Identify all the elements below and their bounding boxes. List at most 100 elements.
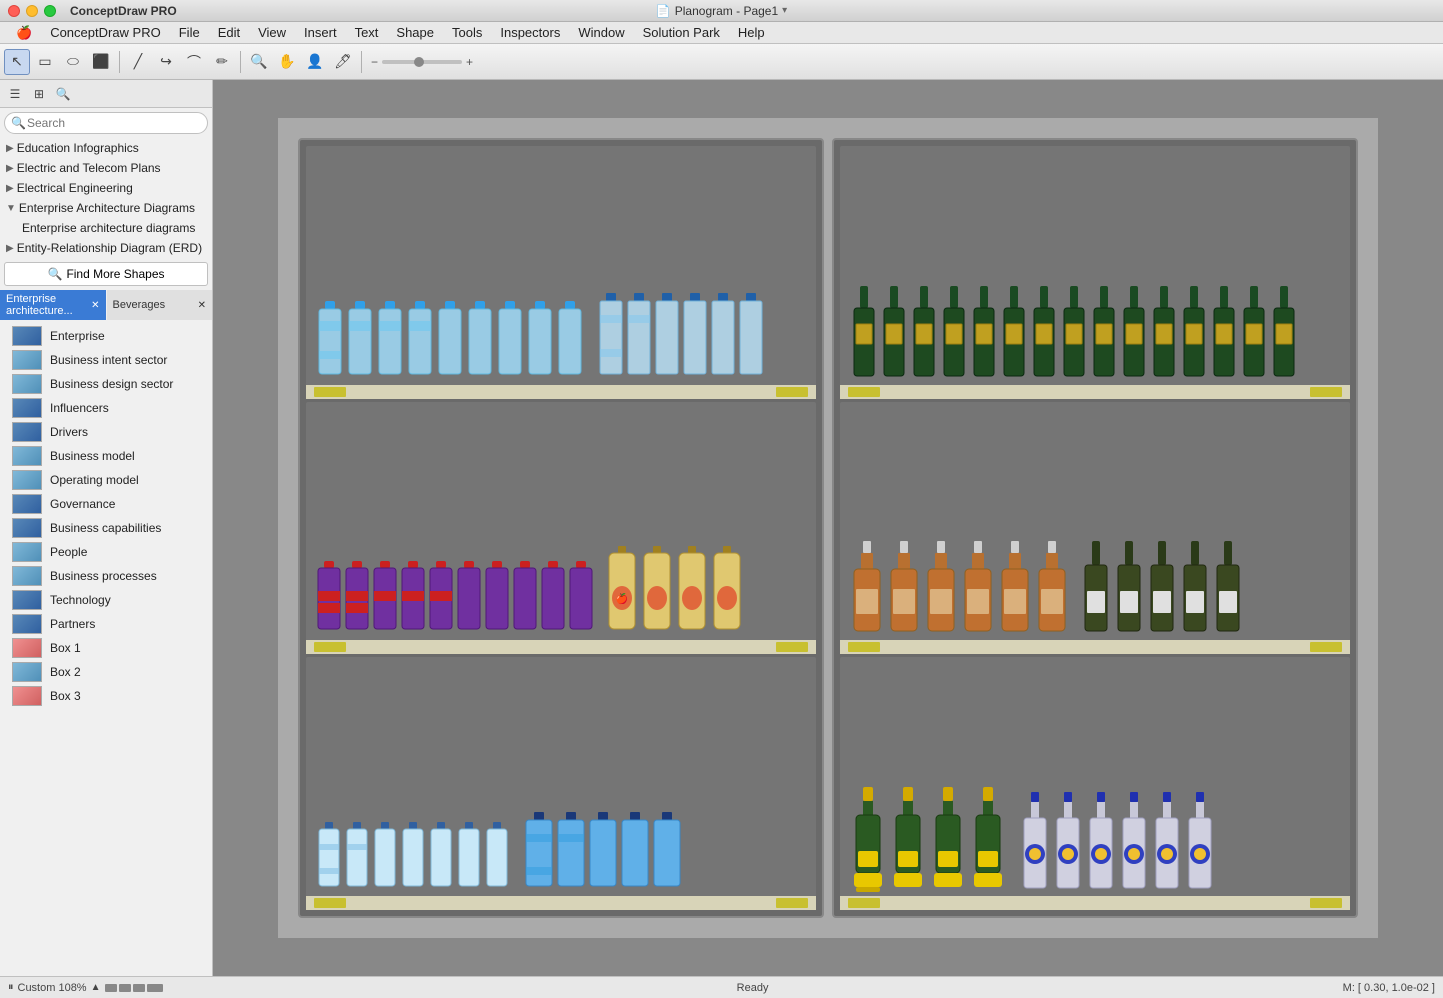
shape-item-influencers[interactable]: Influencers bbox=[0, 396, 212, 420]
zoom-slider[interactable] bbox=[382, 60, 462, 64]
menu-conceptdraw[interactable]: ConceptDraw PRO bbox=[42, 23, 169, 42]
shape-item-box3[interactable]: Box 3 bbox=[0, 684, 212, 708]
menu-view[interactable]: View bbox=[250, 23, 294, 42]
person-tool[interactable]: 👤 bbox=[302, 49, 328, 75]
shape-preview bbox=[12, 542, 42, 562]
shelf-3-right bbox=[840, 657, 1350, 910]
shape-item-drivers[interactable]: Drivers bbox=[0, 420, 212, 444]
shape-item-bis[interactable]: Business intent sector bbox=[0, 348, 212, 372]
shape-preview bbox=[12, 566, 42, 586]
menu-shape[interactable]: Shape bbox=[388, 23, 442, 42]
menu-file[interactable]: File bbox=[171, 23, 208, 42]
zoom-step-up[interactable]: ▲ bbox=[91, 982, 101, 993]
statusbar-center: Ready bbox=[163, 982, 1343, 994]
menu-help[interactable]: Help bbox=[730, 23, 773, 42]
zoom-in-icon[interactable]: + bbox=[466, 55, 473, 69]
shape-label: Business processes bbox=[50, 569, 157, 583]
arc-tool[interactable]: ⌒ bbox=[181, 49, 207, 75]
menu-solution-park[interactable]: Solution Park bbox=[635, 23, 728, 42]
fullscreen-button[interactable] bbox=[44, 5, 56, 17]
sidebar-item-electric[interactable]: ▶ Electric and Telecom Plans bbox=[0, 158, 212, 178]
search-input[interactable] bbox=[4, 112, 208, 134]
pause-icon[interactable]: ⏸ bbox=[8, 981, 14, 994]
shape-item-technology[interactable]: Technology bbox=[0, 588, 212, 612]
shape-label: Governance bbox=[50, 497, 115, 511]
sidebar-item-erd[interactable]: ▶ Entity-Relationship Diagram (ERD) bbox=[0, 238, 212, 258]
vodka-group bbox=[1020, 792, 1215, 892]
menu-edit[interactable]: Edit bbox=[210, 23, 248, 42]
apple-menu[interactable]: 🍎 bbox=[8, 23, 40, 43]
shelf-bottom-bar bbox=[840, 640, 1350, 654]
close-button[interactable] bbox=[8, 5, 20, 17]
shape-item-bmodel[interactable]: Business model bbox=[0, 444, 212, 468]
shape-item-governance[interactable]: Governance bbox=[0, 492, 212, 516]
line-tool[interactable]: ╱ bbox=[125, 49, 151, 75]
tab-beverages[interactable]: Beverages ✕ bbox=[107, 290, 213, 320]
shape-label: Box 1 bbox=[50, 641, 81, 655]
pencil-tool[interactable]: 🖊 bbox=[330, 49, 356, 75]
shape-item-box2[interactable]: Box 2 bbox=[0, 660, 212, 684]
ellipse-tool[interactable]: ⬭ bbox=[60, 49, 86, 75]
zoom-label[interactable]: Custom 108% bbox=[18, 982, 87, 994]
shape-item-bds[interactable]: Business design sector bbox=[0, 372, 212, 396]
menu-tools[interactable]: Tools bbox=[444, 23, 490, 42]
ready-label: Ready bbox=[737, 982, 769, 994]
shelf-tag-left bbox=[848, 387, 880, 397]
tab-close-icon[interactable]: ✕ bbox=[91, 300, 99, 311]
capsule-tool[interactable]: ⬛ bbox=[88, 49, 114, 75]
sidebar-item-ea-diagrams[interactable]: Enterprise architecture diagrams bbox=[0, 218, 212, 238]
menubar: 🍎 ConceptDraw PRO File Edit View Insert … bbox=[0, 22, 1443, 44]
shelf-tag-left bbox=[314, 642, 346, 652]
chevron-down-icon[interactable]: ▾ bbox=[782, 5, 787, 16]
titlebar: ConceptDraw PRO 📄 Planogram - Page1 ▾ bbox=[0, 0, 1443, 22]
shape-item-bcapabilities[interactable]: Business capabilities bbox=[0, 516, 212, 540]
planogram-left: 🍎 bbox=[298, 138, 824, 918]
hand-tool[interactable]: ✋ bbox=[274, 49, 300, 75]
connector-tool[interactable]: ↪ bbox=[153, 49, 179, 75]
tab-enterprise[interactable]: Enterprise architecture... ✕ bbox=[0, 290, 106, 320]
rect-tool[interactable]: ▭ bbox=[32, 49, 58, 75]
shape-item-bprocesses[interactable]: Business processes bbox=[0, 564, 212, 588]
sidebar-item-electrical[interactable]: ▶ Electrical Engineering bbox=[0, 178, 212, 198]
page-nav-3[interactable] bbox=[133, 984, 145, 992]
select-tool[interactable]: ↖ bbox=[4, 49, 30, 75]
page-nav-2[interactable] bbox=[119, 984, 131, 992]
sidebar-list-view[interactable]: ☰ bbox=[4, 83, 26, 105]
shape-item-partners[interactable]: Partners bbox=[0, 612, 212, 636]
freehand-tool[interactable]: ✏ bbox=[209, 49, 235, 75]
zoom-out-icon[interactable]: − bbox=[371, 55, 378, 69]
sidebar-search-btn[interactable]: 🔍 bbox=[52, 83, 74, 105]
arrow-icon: ▼ bbox=[6, 203, 16, 214]
sidebar-item-enterprise[interactable]: ▼ Enterprise Architecture Diagrams bbox=[0, 198, 212, 218]
shelf-bottom-bar bbox=[840, 385, 1350, 399]
shape-label: Business model bbox=[50, 449, 135, 463]
find-shapes-button[interactable]: 🔍 Find More Shapes bbox=[4, 262, 208, 286]
minimize-button[interactable] bbox=[26, 5, 38, 17]
sidebar-grid-view[interactable]: ⊞ bbox=[28, 83, 50, 105]
menu-text[interactable]: Text bbox=[347, 23, 387, 42]
canvas-area[interactable]: 🍎 bbox=[213, 80, 1443, 976]
menu-inspectors[interactable]: Inspectors bbox=[492, 23, 568, 42]
window-controls[interactable]: ConceptDraw PRO bbox=[8, 4, 177, 18]
shape-item-omodel[interactable]: Operating model bbox=[0, 468, 212, 492]
canvas-bg[interactable]: 🍎 bbox=[213, 80, 1443, 976]
shape-item-people[interactable]: People bbox=[0, 540, 212, 564]
shape-label: Drivers bbox=[50, 425, 88, 439]
menu-insert[interactable]: Insert bbox=[296, 23, 345, 42]
window-title: Planogram - Page1 bbox=[675, 4, 778, 18]
tab-close-icon[interactable]: ✕ bbox=[198, 300, 206, 311]
shape-item-box1[interactable]: Box 1 bbox=[0, 636, 212, 660]
arrow-icon: ▶ bbox=[6, 243, 14, 254]
page-nav-1[interactable] bbox=[105, 984, 117, 992]
menu-window[interactable]: Window bbox=[570, 23, 632, 42]
shelf-2-left: 🍎 bbox=[306, 402, 816, 655]
zoom-out-btn[interactable]: 🔍 bbox=[246, 49, 272, 75]
shelf-tag-left bbox=[848, 898, 880, 908]
statusbar-left: ⏸ Custom 108% ▲ bbox=[8, 981, 163, 994]
shelf-tag-left bbox=[314, 898, 346, 908]
page-nav-4[interactable] bbox=[147, 984, 163, 992]
water-group-1 bbox=[316, 301, 584, 381]
shelf-bottom-bar bbox=[306, 385, 816, 399]
sidebar-item-education[interactable]: ▶ Education Infographics bbox=[0, 138, 212, 158]
shape-item-enterprise[interactable]: Enterprise bbox=[0, 324, 212, 348]
